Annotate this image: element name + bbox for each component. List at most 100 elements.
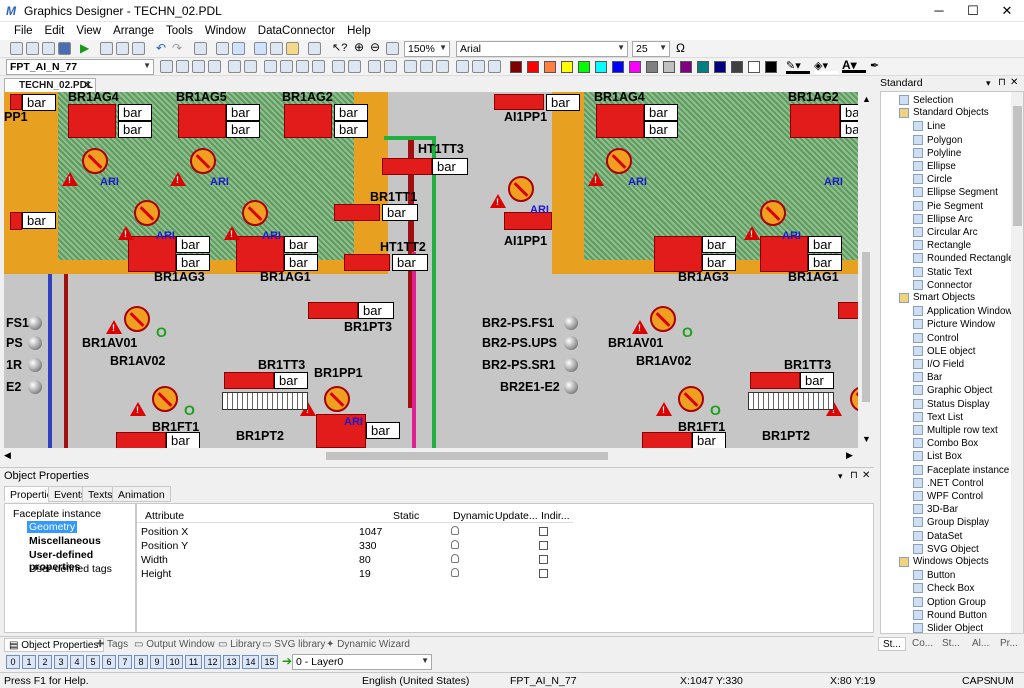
bar-field[interactable]: bar <box>692 432 726 448</box>
color-swatch[interactable] <box>527 61 539 73</box>
color-swatch[interactable] <box>595 61 607 73</box>
object-name-select[interactable]: FPT_AI_N_77 ▼ <box>6 59 154 75</box>
tab-tags[interactable]: ✚ Tags <box>92 638 132 652</box>
center-h-icon[interactable] <box>332 60 345 73</box>
layer-button[interactable]: 6 <box>102 655 116 669</box>
tab-standard[interactable]: St... <box>878 637 906 651</box>
bar-field[interactable]: bar <box>176 254 210 271</box>
layer-button[interactable]: 13 <box>223 655 240 669</box>
alarm-block[interactable] <box>642 432 692 448</box>
tag-label[interactable]: BR1AG1 <box>788 270 839 284</box>
bar-field[interactable]: bar <box>284 254 318 271</box>
layer-button[interactable]: 1 <box>22 655 36 669</box>
palette-item[interactable]: Circular Arc <box>913 226 978 239</box>
zoom-select[interactable]: 150% ▼ <box>404 41 450 57</box>
mirror-icon[interactable] <box>244 60 257 73</box>
scroll-right-icon[interactable]: ▶ <box>846 450 853 461</box>
send-back-icon[interactable] <box>208 60 221 73</box>
scroll-thumb[interactable] <box>862 252 870 402</box>
tab-animation[interactable]: Animation <box>112 486 171 502</box>
scroll-up-icon[interactable]: ▲ <box>862 94 871 104</box>
palette-item[interactable]: Combo Box <box>913 437 978 450</box>
tag-label[interactable]: HT1TT3 <box>418 142 464 156</box>
menu-arrange[interactable]: Arrange <box>107 25 160 37</box>
indirect-checkbox[interactable] <box>539 569 548 578</box>
palette-item[interactable]: Button <box>913 569 955 582</box>
zoom-out-icon[interactable]: ⊖ <box>370 40 380 54</box>
palette-item[interactable]: 3D-Bar <box>913 503 958 516</box>
column-header-indirect[interactable]: Indir... <box>541 510 570 522</box>
layer-button[interactable]: 4 <box>70 655 84 669</box>
palette-item[interactable]: SVG Object <box>913 543 979 556</box>
tag-label[interactable]: BR1AG3 <box>154 270 205 284</box>
run-icon[interactable]: ▶ <box>80 41 89 55</box>
alarm-block[interactable] <box>178 104 226 138</box>
palette-item[interactable]: DataSet <box>913 530 962 543</box>
tag-label[interactable]: BR1TT3 <box>258 358 305 372</box>
dynamic-bulb-icon[interactable] <box>451 554 459 563</box>
color-swatch[interactable] <box>680 61 692 73</box>
tag-label[interactable]: BR2-PS.FS1 <box>482 316 554 330</box>
attribute-static-value[interactable]: 330 <box>359 540 377 552</box>
status-led-icon[interactable] <box>564 380 578 394</box>
layer-button[interactable]: 2 <box>38 655 52 669</box>
bar-field[interactable]: bar <box>644 104 678 121</box>
tag-label[interactable]: BR1PT2 <box>236 429 284 443</box>
tree-item-miscellaneous[interactable]: Miscellaneous <box>29 535 101 547</box>
indirect-checkbox[interactable] <box>539 541 548 550</box>
alarm-block[interactable] <box>750 372 800 389</box>
palette-item[interactable]: Static Text <box>913 266 972 279</box>
same-height-icon[interactable] <box>420 60 433 73</box>
bar-field[interactable]: bar <box>808 236 842 253</box>
alarm-block[interactable] <box>838 302 858 319</box>
tag-label[interactable]: BR1AV01 <box>608 336 663 350</box>
indirect-checkbox[interactable] <box>539 527 548 536</box>
zoom-fit-icon[interactable] <box>386 42 399 55</box>
color-swatch[interactable] <box>646 61 658 73</box>
bar-field[interactable]: bar <box>840 104 858 121</box>
open-folder-icon[interactable] <box>42 42 55 55</box>
bar-field[interactable]: bar <box>226 104 260 121</box>
palette-item[interactable]: Faceplate instance <box>913 464 1009 477</box>
layer-button[interactable]: 15 <box>261 655 278 669</box>
layer-button[interactable]: 11 <box>185 655 202 669</box>
column-header-static[interactable]: Static <box>393 510 419 522</box>
tag-label[interactable]: BR1AG1 <box>260 270 311 284</box>
bar-field[interactable]: bar <box>702 254 736 271</box>
heat-exchanger[interactable] <box>748 392 834 410</box>
palette-item[interactable]: Ellipse <box>913 160 956 173</box>
font-select[interactable]: Arial ▼ <box>456 41 628 57</box>
status-led-icon[interactable] <box>564 358 578 372</box>
grid-icon[interactable] <box>216 42 229 55</box>
underline-icon[interactable] <box>488 60 501 73</box>
layers-icon[interactable] <box>254 42 267 55</box>
bar-field[interactable]: bar <box>808 254 842 271</box>
bar-field[interactable]: bar <box>118 121 152 138</box>
menu-window[interactable]: Window <box>199 25 252 37</box>
pin-icon[interactable]: ⊓ <box>998 76 1006 90</box>
scroll-thumb[interactable] <box>1013 106 1022 226</box>
attribute-static-value[interactable]: 1047 <box>359 526 382 538</box>
bar-field[interactable]: bar <box>840 121 858 138</box>
palette-item[interactable]: Status Display <box>913 398 990 411</box>
tag-label[interactable]: BR1AG4 <box>594 92 645 104</box>
tag-label[interactable]: PP1 <box>4 110 28 124</box>
drawing-canvas[interactable]: BR1AG4 BR1AG5 BR1AG2 HT1TT3 BR1AG4 BR1AG… <box>0 92 858 448</box>
close-tab-icon[interactable]: ✕ <box>84 79 92 92</box>
menu-dataconnector[interactable]: DataConnector <box>252 25 341 37</box>
dynamic-bulb-icon[interactable] <box>451 526 459 535</box>
color-swatch[interactable] <box>612 61 624 73</box>
color-swatch[interactable] <box>765 61 777 73</box>
palette-item[interactable]: Group Display <box>913 516 989 529</box>
scroll-left-icon[interactable]: ◀ <box>4 450 11 461</box>
tree-item-geometry[interactable]: Geometry <box>27 521 78 533</box>
bold-icon[interactable] <box>456 60 469 73</box>
align-top-icon[interactable] <box>296 60 309 73</box>
tag-label[interactable]: 1R <box>6 358 22 372</box>
palette-item[interactable]: Graphic Object <box>913 384 992 397</box>
bar-field[interactable]: bar <box>22 94 56 111</box>
alarm-block[interactable] <box>284 104 332 138</box>
valve-icon[interactable] <box>190 148 216 174</box>
tab-output-window[interactable]: ▭ Output Window <box>130 638 219 652</box>
attribute-static-value[interactable]: 80 <box>359 554 371 566</box>
